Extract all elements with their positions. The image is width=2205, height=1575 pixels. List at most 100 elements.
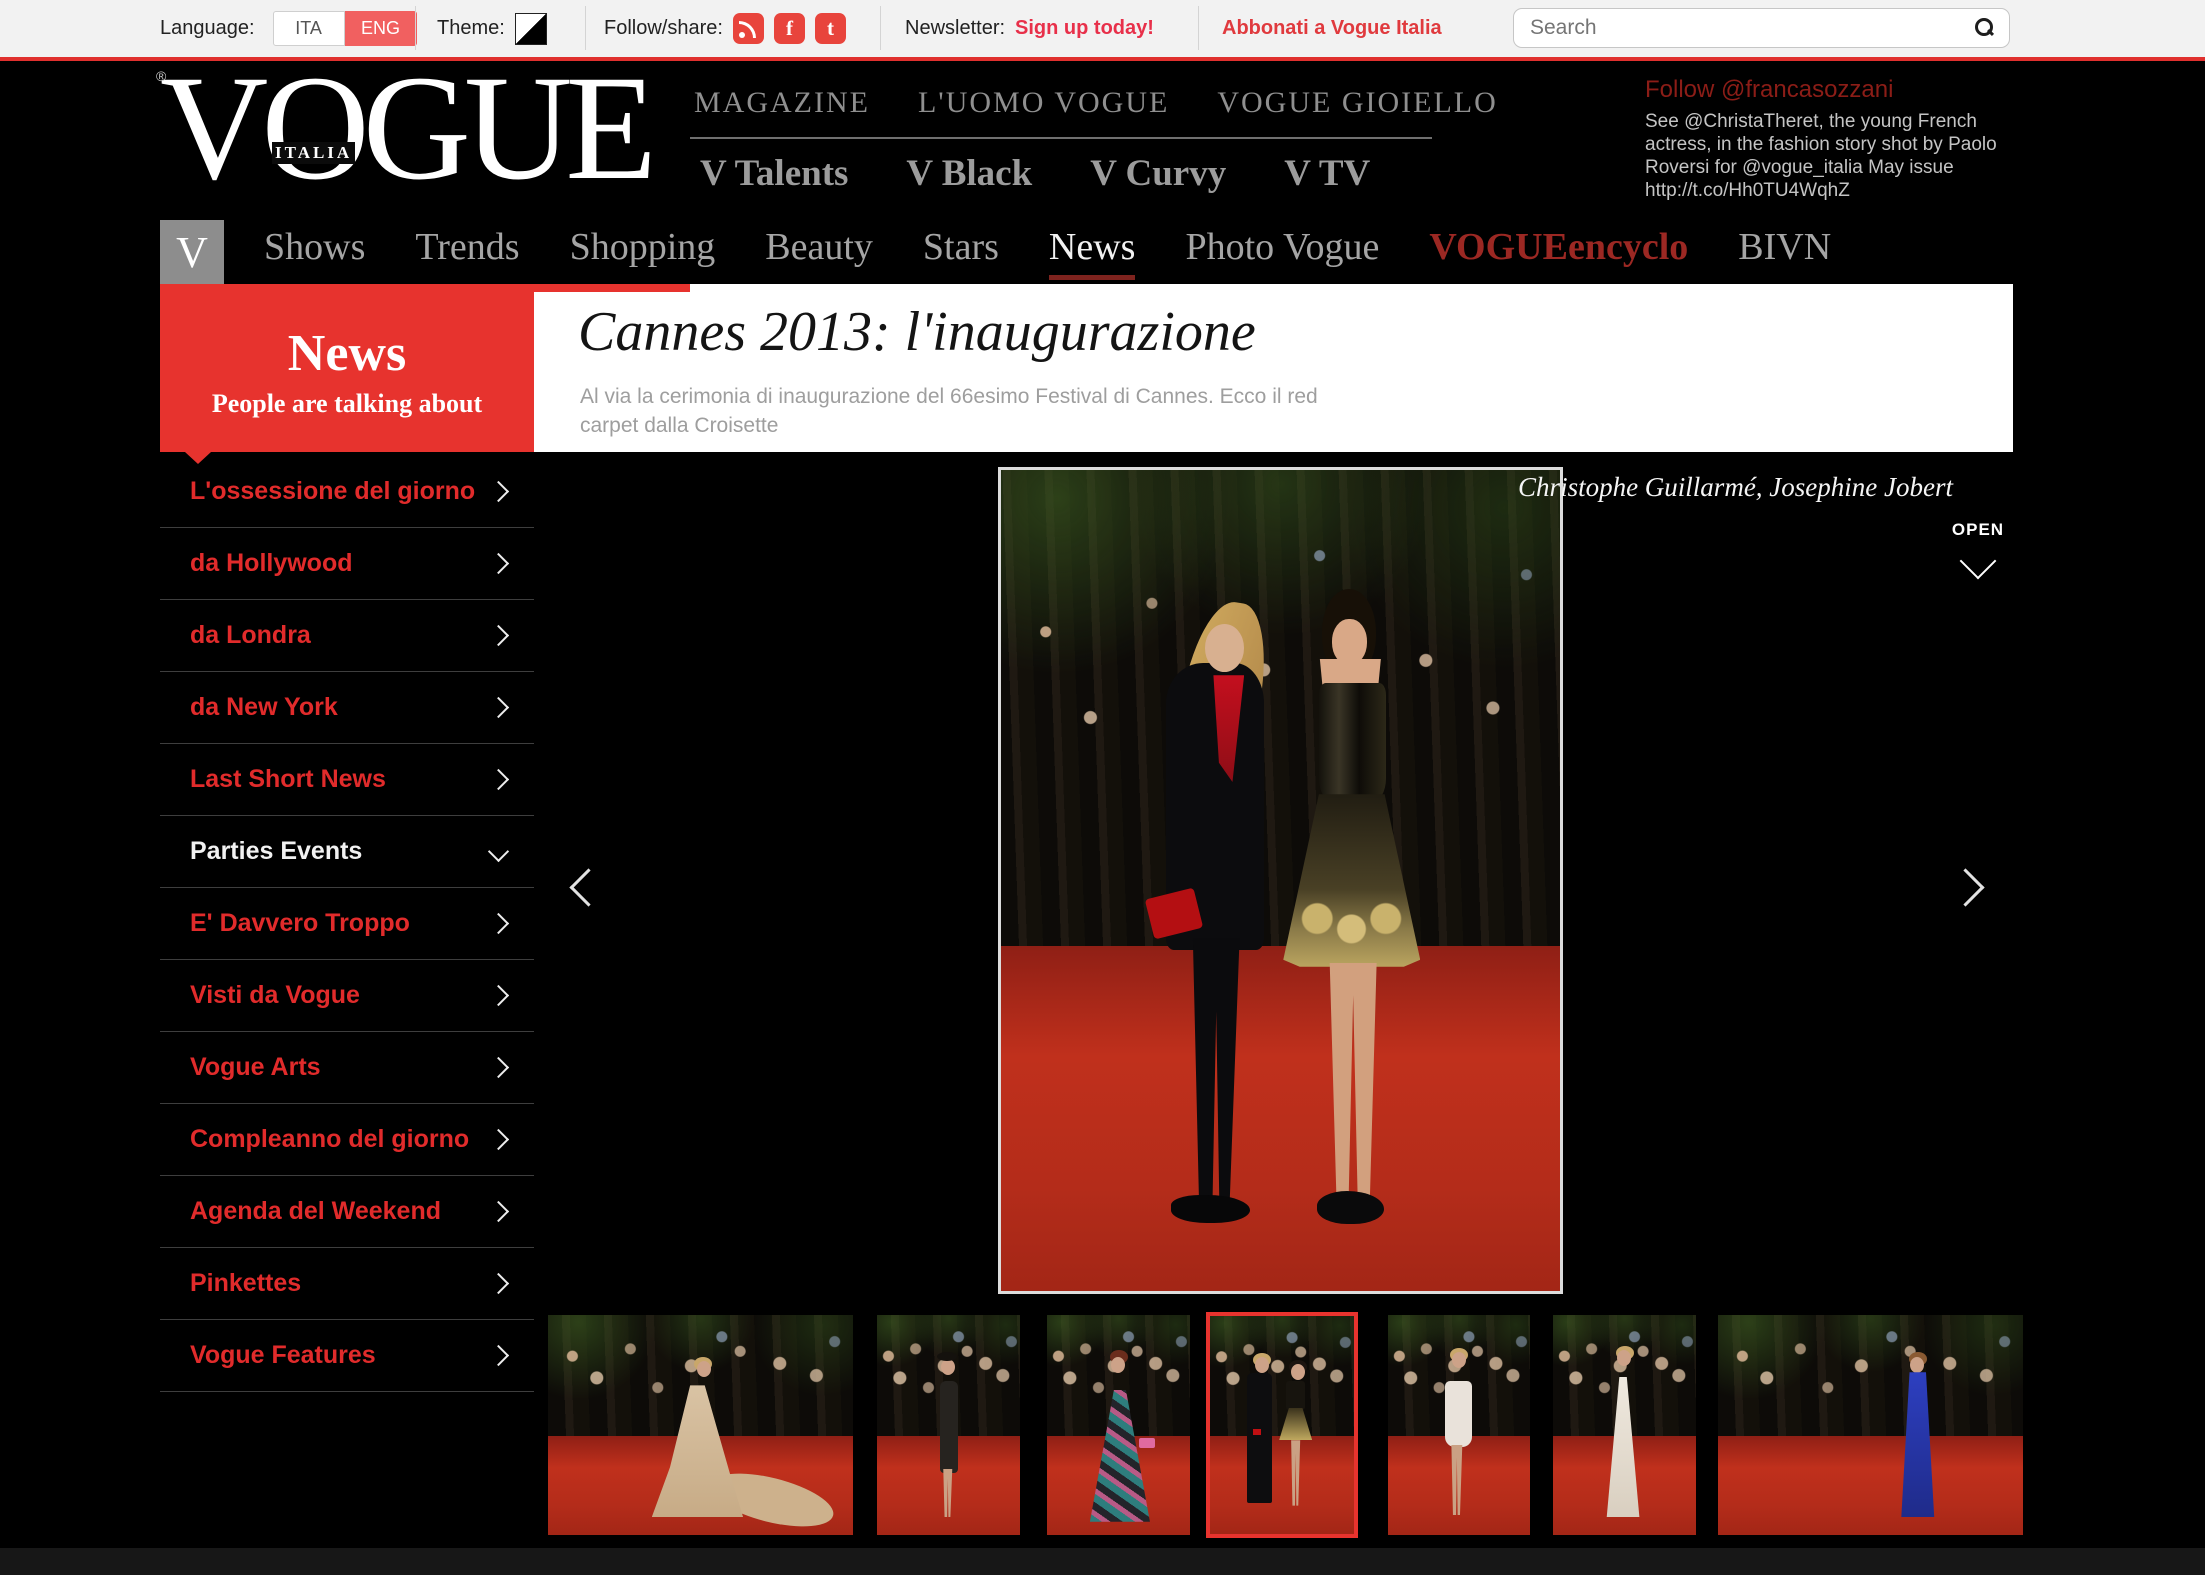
theme-label: Theme: (437, 17, 505, 40)
nav-v-talents[interactable]: V Talents (700, 152, 848, 195)
nav-vogue-gioiello[interactable]: VOGUE GIOIELLO (1217, 86, 1497, 120)
topbar-divider (585, 6, 586, 50)
twitter-glyph: t (827, 16, 834, 41)
subscribe-link[interactable]: Abbonati a Vogue Italia (1222, 17, 1442, 40)
nav-v-black[interactable]: V Black (906, 152, 1032, 195)
twitter-icon[interactable]: t (815, 13, 846, 44)
sidebar-item-compleanno-del-giorno[interactable]: Compleanno del giorno (160, 1104, 534, 1176)
thumb-dress (1445, 1381, 1472, 1447)
nav-photo-vogue[interactable]: Photo Vogue (1185, 225, 1379, 280)
sidebar-item-e-davvero-troppo[interactable]: E' Davvero Troppo (160, 888, 534, 960)
section-title: News (160, 324, 534, 383)
news-sidebar: L'ossessione del giorno da Hollywood da … (160, 456, 534, 1392)
language-ita-button[interactable]: ITA (273, 11, 345, 46)
sidebar-item-label: L'ossessione del giorno (190, 477, 475, 506)
thumb-man-suit (1247, 1373, 1271, 1504)
nav-beauty[interactable]: Beauty (765, 225, 873, 280)
sidebar-item-visti-da-vogue[interactable]: Visti da Vogue (160, 960, 534, 1032)
thumb-man-head (1255, 1357, 1269, 1373)
magazine-nav: MAGAZINE L'UOMO VOGUE VOGUE GIOIELLO (694, 86, 1498, 120)
sidebar-item-da-hollywood[interactable]: da Hollywood (160, 528, 534, 600)
masthead-divider (690, 137, 1432, 139)
gallery-thumbnail-3[interactable] (1047, 1315, 1190, 1535)
photo-man-shoes (1171, 1195, 1249, 1223)
rss-icon[interactable] (733, 13, 764, 44)
twitter-widget: Follow @francasozzani See @ChristaTheret… (1645, 76, 2005, 202)
newsletter-group: Newsletter: Sign up today! (905, 0, 1154, 57)
newsletter-label: Newsletter: (905, 17, 1005, 40)
chevron-down-icon (1960, 543, 1997, 580)
thumb-figure-head (1910, 1357, 1924, 1373)
sidebar-item-da-new-york[interactable]: da New York (160, 672, 534, 744)
chevron-right-icon (488, 1057, 509, 1078)
twitter-tweet-text: See @ChristaTheret, the young French act… (1645, 110, 2005, 202)
sidebar-item-parties-events[interactable]: Parties Events (160, 816, 534, 888)
sidebar-item-pinkettes[interactable]: Pinkettes (160, 1248, 534, 1320)
photo-woman-face (1332, 619, 1367, 665)
chevron-right-icon (488, 553, 509, 574)
chevron-right-icon (488, 1345, 509, 1366)
sidebar-item-label: da Londra (190, 621, 311, 650)
nav-trends[interactable]: Trends (415, 225, 519, 280)
section-header-news: News People are talking about (160, 292, 534, 452)
thumb-pink-clutch (1139, 1438, 1155, 1448)
sidebar-item-vogue-arts[interactable]: Vogue Arts (160, 1032, 534, 1104)
gallery-thumbnail-1[interactable] (548, 1315, 853, 1535)
thumb-woman-head (1291, 1364, 1305, 1380)
sidebar-item-label: Compleanno del giorno (190, 1125, 469, 1154)
article-title: Cannes 2013: l'inaugurazione (578, 300, 1256, 364)
nav-bivn[interactable]: BIVN (1738, 225, 1831, 280)
vogue-italia-page: Language: ITA ENG Theme: Follow/share: f… (0, 0, 2205, 1575)
nav-v-curvy[interactable]: V Curvy (1090, 152, 1226, 195)
nav-v-tv[interactable]: V TV (1284, 152, 1370, 195)
facebook-icon[interactable]: f (774, 13, 805, 44)
gallery-main-photo[interactable] (998, 467, 1563, 1294)
sidebar-item-agenda-del-weekend[interactable]: Agenda del Weekend (160, 1176, 534, 1248)
article-subtitle: Al via la cerimonia di inaugurazione del… (580, 382, 1360, 440)
nav-vogueencyclo[interactable]: VOGUEencyclo (1429, 225, 1688, 280)
photo-woman-bodice (1319, 683, 1386, 802)
open-gallery-button[interactable]: OPEN (1946, 520, 2010, 579)
section-tagline: People are talking about (160, 389, 534, 419)
nav-luomo-vogue[interactable]: L'UOMO VOGUE (918, 86, 1169, 120)
chevron-right-icon (488, 1273, 509, 1294)
gallery-thumbnail-5[interactable] (1388, 1315, 1530, 1535)
main-navigation: Shows Trends Shopping Beauty Stars News … (264, 220, 1831, 284)
search-input[interactable] (1528, 15, 1973, 41)
gallery-thumbnail-4-selected[interactable] (1206, 1312, 1358, 1538)
nav-news[interactable]: News (1049, 225, 1136, 280)
nav-stars[interactable]: Stars (923, 225, 999, 280)
language-eng-button[interactable]: ENG (345, 11, 417, 46)
twitter-follow-link[interactable]: Follow @francasozzani (1645, 76, 2005, 104)
sidebar-item-label: Vogue Features (190, 1341, 376, 1370)
search-box[interactable] (1513, 8, 2010, 48)
nav-shopping[interactable]: Shopping (570, 225, 716, 280)
chevron-right-icon (488, 769, 509, 790)
sidebar-item-da-londra[interactable]: da Londra (160, 600, 534, 672)
sidebar-item-label: Vogue Arts (190, 1053, 321, 1082)
thumb-woman-bodice (1286, 1381, 1305, 1409)
sidebar-item-last-short-news[interactable]: Last Short News (160, 744, 534, 816)
theme-toggle-icon[interactable] (515, 13, 547, 45)
gallery-thumbnail-2[interactable] (877, 1315, 1020, 1535)
carousel-next-arrow[interactable] (1946, 868, 1984, 906)
gallery-thumbnail-7[interactable] (1718, 1315, 2023, 1535)
sidebar-item-label: Parties Events (190, 837, 362, 866)
search-icon[interactable] (1973, 17, 1995, 39)
thumb-carpet (1718, 1436, 2023, 1535)
sidebar-item-label: da New York (190, 693, 338, 722)
nav-magazine[interactable]: MAGAZINE (694, 86, 870, 120)
thumb-red-clutch (1253, 1429, 1261, 1435)
topbar-divider (1198, 6, 1199, 50)
vogue-logo[interactable]: ® VOGUE ITALIA (160, 58, 590, 208)
nav-shows[interactable]: Shows (264, 225, 365, 280)
carousel-prev-arrow[interactable] (569, 868, 607, 906)
sidebar-item-label: da Hollywood (190, 549, 353, 578)
gallery-thumbnail-6[interactable] (1553, 1315, 1696, 1535)
nav-v-home[interactable]: V (160, 220, 224, 284)
sidebar-item-ossessione-del-giorno[interactable]: L'ossessione del giorno (160, 456, 534, 528)
chevron-right-icon (488, 481, 509, 502)
newsletter-signup-link[interactable]: Sign up today! (1015, 17, 1154, 40)
sidebar-item-label: E' Davvero Troppo (190, 909, 410, 938)
sidebar-item-vogue-features[interactable]: Vogue Features (160, 1320, 534, 1392)
